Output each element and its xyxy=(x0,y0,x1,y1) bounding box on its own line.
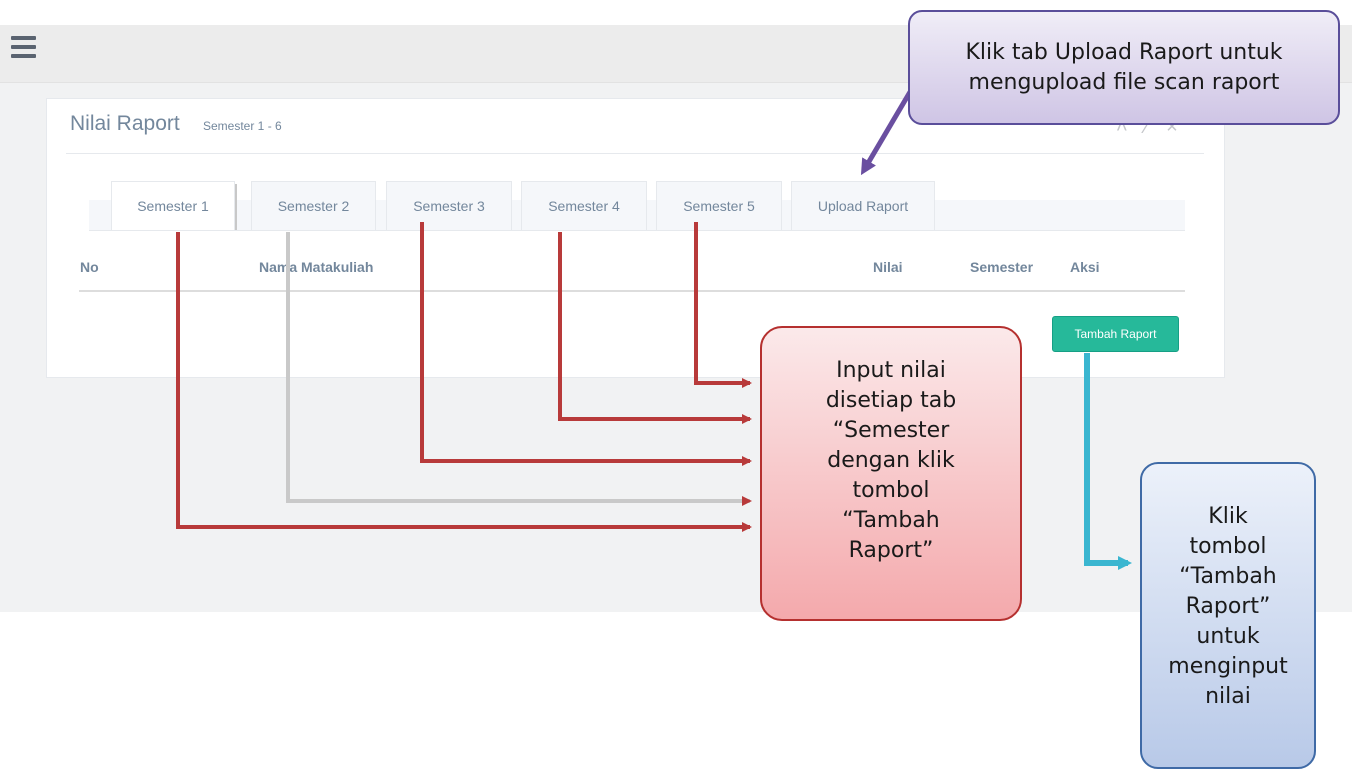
column-header-semester: Semester xyxy=(970,259,1034,275)
callout-input-line-2: disetiap tab xyxy=(825,388,957,413)
callout-tambah-line-1: Klik xyxy=(1208,504,1248,529)
panel-title: Nilai Raport xyxy=(70,112,180,135)
column-header-no: No xyxy=(80,259,99,275)
tab-semester-5[interactable]: Semester 5 xyxy=(656,181,782,230)
tab-strip-border xyxy=(89,230,1185,231)
callout-input-line-6: “Tambah xyxy=(842,508,940,533)
tab-semester-1[interactable]: Semester 1 xyxy=(111,181,235,230)
raport-panel xyxy=(46,98,1225,378)
callout-upload-line-1: Klik tab Upload Raport untuk xyxy=(965,40,1283,65)
tab-semester-4[interactable]: Semester 4 xyxy=(521,181,647,230)
callout-tambah-line-6: menginput xyxy=(1168,654,1288,679)
callout-tambah-line-5: untuk xyxy=(1196,624,1260,649)
column-header-nilai: Nilai xyxy=(873,259,903,275)
tambah-raport-button[interactable]: Tambah Raport xyxy=(1052,316,1179,352)
panel-subtitle: Semester 1 - 6 xyxy=(203,119,282,133)
hamburger-menu-icon[interactable] xyxy=(11,36,36,58)
callout-input-line-5: tombol xyxy=(852,478,930,503)
callout-input-line-7: Raport” xyxy=(848,538,934,563)
table-header-divider xyxy=(79,290,1185,292)
callout-tambah-raport: Klik tombol “Tambah Raport” untuk mengin… xyxy=(1140,462,1316,769)
callout-input-line-4: dengan klik xyxy=(827,448,955,473)
panel-divider xyxy=(66,153,1204,154)
callout-tambah-line-3: “Tambah xyxy=(1179,564,1277,589)
column-header-aksi: Aksi xyxy=(1070,259,1100,275)
callout-input-nilai: Input nilai disetiap tab “Semester denga… xyxy=(760,326,1022,621)
column-header-nama-matakuliah: Nama Matakuliah xyxy=(259,259,374,275)
tab-upload-raport[interactable]: Upload Raport xyxy=(791,181,935,230)
tab-semester-3[interactable]: Semester 3 xyxy=(386,181,512,230)
callout-tambah-line-2: tombol xyxy=(1189,534,1267,559)
callout-tambah-line-4: Raport” xyxy=(1185,594,1271,619)
callout-upload-line-2: mengupload file scan raport xyxy=(968,70,1280,95)
tab-semester-2[interactable]: Semester 2 xyxy=(251,181,376,230)
callout-upload-raport: Klik tab Upload Raport untuk mengupload … xyxy=(908,10,1340,125)
callout-input-line-1: Input nilai xyxy=(836,358,946,383)
callout-tambah-line-7: nilai xyxy=(1205,684,1251,709)
callout-input-line-3: “Semester xyxy=(832,418,950,443)
